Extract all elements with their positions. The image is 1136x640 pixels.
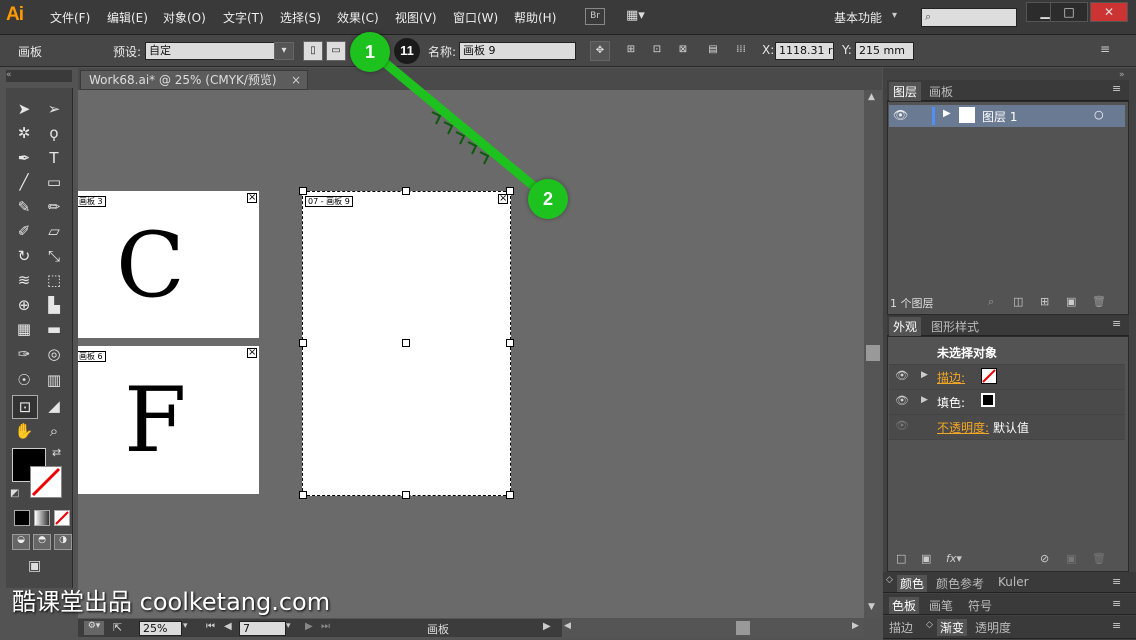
step-1-badge: 1 (350, 32, 390, 72)
step-2-badge: 2 (528, 179, 568, 219)
watermark: 酷课堂出品 coolketang.com (12, 588, 331, 616)
annotation-arrow-overlay (367, 47, 553, 203)
annotation-arrow-line (367, 47, 553, 203)
